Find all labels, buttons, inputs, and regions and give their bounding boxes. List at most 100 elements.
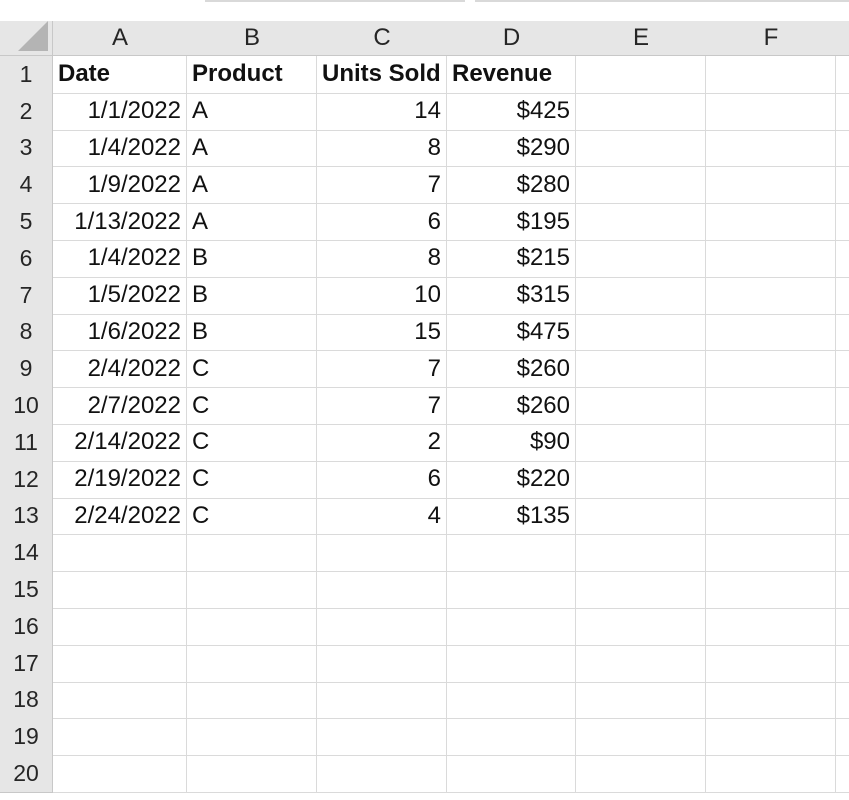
grid-cell[interactable] — [706, 718, 836, 757]
row-header-10[interactable]: 10 — [0, 387, 53, 425]
grid-cell[interactable] — [836, 93, 849, 131]
grid-cell[interactable]: C — [187, 460, 317, 499]
grid-cell[interactable] — [576, 387, 706, 425]
row-header-15[interactable]: 15 — [0, 571, 53, 609]
row-header-5[interactable]: 5 — [0, 203, 53, 241]
grid-cell[interactable] — [836, 682, 849, 720]
grid-cell[interactable] — [836, 718, 849, 757]
grid-cell[interactable] — [706, 387, 836, 425]
grid-cell[interactable] — [836, 350, 849, 389]
grid-cell[interactable]: A — [187, 92, 317, 131]
grid-cell[interactable] — [836, 461, 849, 499]
grid-cell[interactable] — [706, 497, 836, 536]
grid-cell[interactable]: 10 — [317, 276, 447, 315]
grid-cell[interactable]: B — [187, 276, 317, 315]
grid-cell[interactable]: A — [187, 129, 317, 168]
grid-cell[interactable] — [706, 755, 836, 793]
grid-cell[interactable]: 1/13/2022 — [53, 203, 187, 241]
row-header-16[interactable]: 16 — [0, 608, 53, 646]
grid-cell[interactable]: 1/5/2022 — [53, 276, 187, 315]
grid-cell[interactable] — [706, 534, 836, 573]
grid-cell[interactable] — [576, 313, 706, 352]
grid-cell[interactable] — [706, 240, 836, 278]
grid-cell[interactable] — [706, 276, 836, 315]
grid-cell[interactable] — [53, 755, 187, 793]
grid-cell[interactable] — [447, 608, 576, 646]
grid-cell[interactable]: $90 — [447, 424, 576, 462]
row-header-17[interactable]: 17 — [0, 644, 53, 683]
grid-cell[interactable] — [836, 166, 849, 205]
grid-cell[interactable] — [317, 644, 447, 683]
grid-cell[interactable]: C — [187, 497, 317, 536]
row-header-18[interactable]: 18 — [0, 681, 53, 720]
grid-cell[interactable] — [706, 56, 836, 94]
grid-cell[interactable] — [706, 92, 836, 131]
grid-cell[interactable] — [447, 681, 576, 720]
grid-cell[interactable] — [576, 56, 706, 94]
grid-cell[interactable] — [187, 571, 317, 609]
grid-cell[interactable]: 7 — [317, 166, 447, 205]
grid-cell[interactable]: 6 — [317, 203, 447, 241]
column-header-a[interactable]: A — [53, 21, 188, 56]
grid-cell[interactable] — [836, 203, 849, 241]
grid-cell[interactable]: 1/4/2022 — [53, 240, 187, 278]
grid-cell[interactable]: 8 — [317, 129, 447, 168]
grid-cell[interactable] — [317, 755, 447, 793]
grid-cell[interactable]: $475 — [447, 313, 576, 352]
grid-cell[interactable]: 4 — [317, 497, 447, 536]
grid-cell[interactable] — [706, 460, 836, 499]
grid-cell[interactable] — [187, 718, 317, 757]
grid-cell[interactable] — [317, 534, 447, 573]
grid-cell[interactable]: B — [187, 313, 317, 352]
grid-cell[interactable] — [576, 203, 706, 241]
grid-cell[interactable]: 2/14/2022 — [53, 424, 187, 462]
row-header-9[interactable]: 9 — [0, 350, 53, 389]
grid-cell[interactable]: $280 — [447, 166, 576, 205]
grid-cell[interactable] — [836, 755, 849, 793]
grid-cell[interactable] — [576, 681, 706, 720]
grid-cell[interactable] — [447, 755, 576, 793]
grid-cell[interactable] — [836, 571, 849, 609]
grid-cell[interactable]: A — [187, 166, 317, 205]
row-header-6[interactable]: 6 — [0, 240, 53, 278]
row-header-8[interactable]: 8 — [0, 313, 53, 352]
grid-cell[interactable] — [576, 460, 706, 499]
row-header-13[interactable]: 13 — [0, 497, 53, 536]
column-header-c[interactable]: C — [317, 21, 448, 56]
grid-cell[interactable] — [576, 92, 706, 131]
grid-cell[interactable] — [836, 608, 849, 646]
grid-cell[interactable]: $260 — [447, 387, 576, 425]
grid-cell[interactable] — [447, 718, 576, 757]
grid-cell[interactable]: $195 — [447, 203, 576, 241]
row-header-11[interactable]: 11 — [0, 424, 53, 462]
grid-cell[interactable]: 2/4/2022 — [53, 350, 187, 389]
grid-cell[interactable]: C — [187, 350, 317, 389]
grid-cell[interactable] — [53, 608, 187, 646]
grid-cell[interactable] — [706, 644, 836, 683]
grid-cell[interactable] — [187, 644, 317, 683]
spreadsheet-grid[interactable]: A B C D E F 1 2 3 4 5 6 7 8 9 10 11 12 13 14 15 16 17 18 19 20 Dat… — [0, 0, 849, 800]
grid-cell[interactable] — [706, 681, 836, 720]
grid-cell[interactable]: 7 — [317, 387, 447, 425]
row-header-3[interactable]: 3 — [0, 129, 53, 168]
column-header-d[interactable]: D — [447, 21, 577, 56]
grid-cell[interactable] — [576, 350, 706, 389]
grid-cell[interactable] — [317, 681, 447, 720]
grid-cell[interactable] — [187, 534, 317, 573]
grid-cell[interactable] — [706, 571, 836, 609]
row-header-20[interactable]: 20 — [0, 755, 53, 793]
grid-cell[interactable] — [576, 718, 706, 757]
grid-cell[interactable] — [576, 276, 706, 315]
header-cell[interactable]: Revenue — [447, 56, 576, 94]
grid-cell[interactable]: 1/4/2022 — [53, 129, 187, 168]
grid-cell[interactable]: $215 — [447, 240, 576, 278]
grid-cell[interactable] — [317, 571, 447, 609]
grid-cell[interactable] — [187, 608, 317, 646]
grid-cell[interactable]: 1/9/2022 — [53, 166, 187, 205]
grid-cell[interactable]: B — [187, 240, 317, 278]
grid-cell[interactable] — [317, 608, 447, 646]
grid-cell[interactable] — [836, 645, 849, 683]
column-header-partial[interactable] — [836, 21, 849, 56]
grid-cell[interactable]: 7 — [317, 350, 447, 389]
row-header-14[interactable]: 14 — [0, 534, 53, 573]
